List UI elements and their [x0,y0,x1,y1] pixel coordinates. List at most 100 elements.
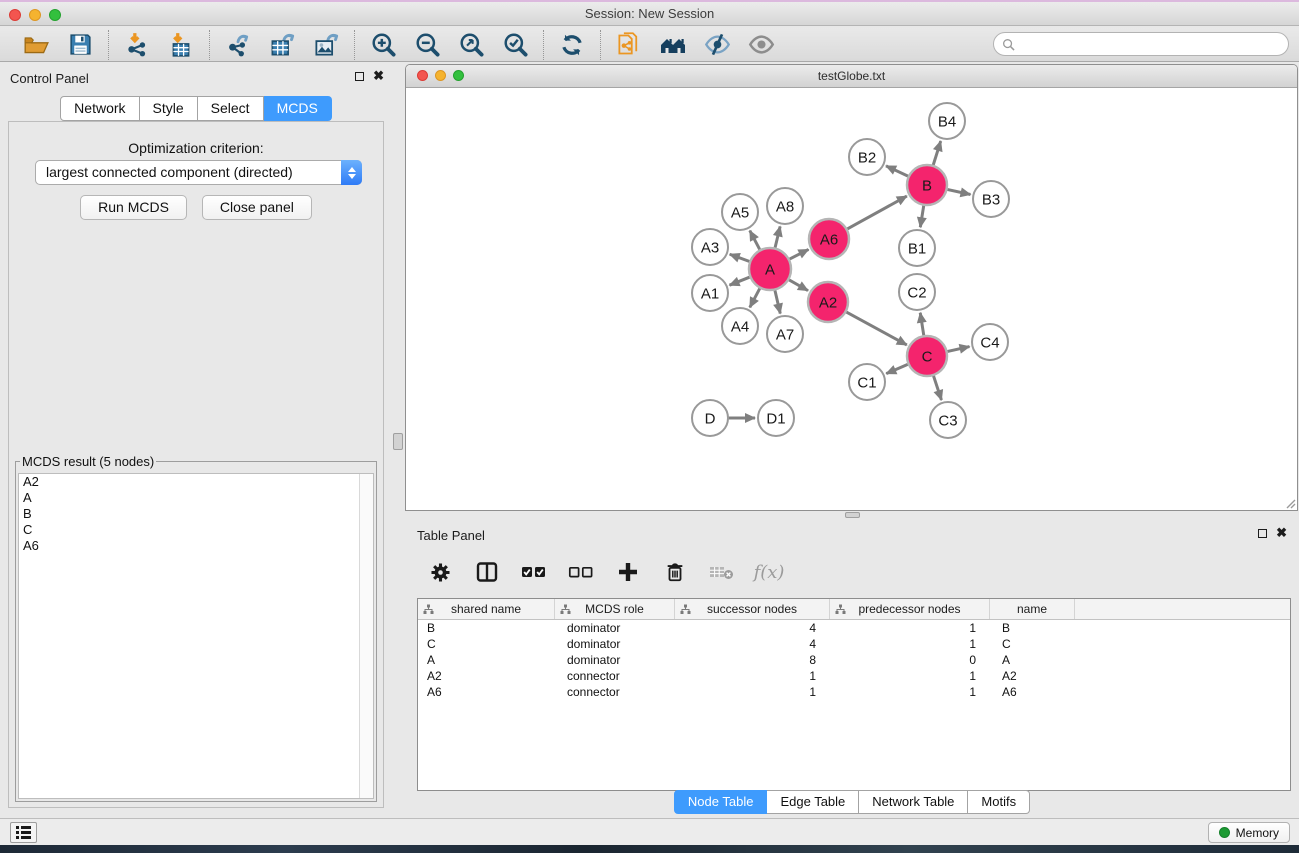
tab-network-table[interactable]: Network Table [859,790,968,814]
table-cell[interactable]: dominator [555,637,675,651]
mcds-result-item[interactable]: A2 [19,474,373,490]
export-table-button[interactable] [268,31,296,59]
tab-mcds[interactable]: MCDS [264,96,332,121]
network-graph[interactable]: B4B2BB3B1A5A8A6A3AA1C2A2A4A7C4CC1C3DD1 [406,88,1297,510]
table-cell[interactable]: connector [555,669,675,683]
network-minimize-button[interactable] [435,70,446,81]
table-cell[interactable]: C [418,637,555,651]
tab-edge-table[interactable]: Edge Table [767,790,859,814]
zoom-out-button[interactable] [413,31,441,59]
mcds-result-item[interactable]: A [19,490,373,506]
memory-button[interactable]: Memory [1208,822,1290,843]
mcds-result-list[interactable]: A2ABCA6 [18,473,374,799]
column-header-predecessor-nodes[interactable]: predecessor nodes [830,599,990,619]
table-cell[interactable]: 1 [830,621,990,635]
task-history-button[interactable] [10,822,37,843]
float-panel-icon[interactable] [1258,529,1267,538]
zoom-in-button[interactable] [369,31,397,59]
table-cell[interactable]: 1 [675,669,830,683]
criterion-dropdown[interactable]: largest connected component (directed) [35,160,362,185]
show-welcome-screen-button[interactable] [659,31,687,59]
zoom-window-button[interactable] [49,9,61,21]
close-panel-icon[interactable]: ✖ [1276,528,1287,538]
table-cell[interactable]: A2 [418,669,555,683]
apply-function-button[interactable]: f(x) [756,559,782,585]
table-settings-button[interactable] [427,559,453,585]
import-table-button[interactable] [167,31,195,59]
table-cell[interactable]: connector [555,685,675,699]
horizontal-split-divider[interactable] [405,511,1299,520]
table-cell[interactable]: 4 [675,637,830,651]
tab-select[interactable]: Select [198,96,264,121]
tab-motifs[interactable]: Motifs [968,790,1030,814]
table-cell[interactable]: A [990,653,1075,667]
table-row[interactable]: A6connector11A6 [418,684,1290,700]
network-canvas[interactable]: B4B2BB3B1A5A8A6A3AA1C2A2A4A7C4CC1C3DD1 [406,88,1297,510]
split-handle[interactable] [393,433,403,450]
table-row[interactable]: A2connector11A2 [418,668,1290,684]
run-mcds-button[interactable]: Run MCDS [80,195,187,220]
table-row[interactable]: Bdominator41B [418,620,1290,636]
close-panel-icon[interactable]: ✖ [373,71,384,81]
table-cell[interactable]: dominator [555,653,675,667]
tab-network[interactable]: Network [60,96,139,121]
table-row[interactable]: Cdominator41C [418,636,1290,652]
select-all-rows-button[interactable] [521,559,547,585]
graph-edge-A6-B[interactable] [843,196,907,231]
mcds-result-item[interactable]: A6 [19,538,373,554]
table-cell[interactable]: 4 [675,621,830,635]
table-cell[interactable]: 1 [675,685,830,699]
table-cell[interactable]: C [990,637,1075,651]
zoom-fit-button[interactable] [457,31,485,59]
table-cell[interactable]: A6 [418,685,555,699]
table-cell[interactable]: dominator [555,621,675,635]
close-window-button[interactable] [9,9,21,21]
create-column-button[interactable] [615,559,641,585]
hide-graphics-details-button[interactable] [703,31,731,59]
resize-grip-icon[interactable] [1284,497,1296,509]
graph-edge-A2-C[interactable] [842,310,907,345]
import-network-button[interactable] [123,31,151,59]
close-panel-button[interactable]: Close panel [202,195,312,220]
show-graphics-details-button[interactable] [747,31,775,59]
result-scrollbar[interactable] [359,474,373,798]
table-cell[interactable]: 1 [830,669,990,683]
delete-table-button[interactable] [709,559,735,585]
zoom-selected-button[interactable] [501,31,529,59]
network-zoom-button[interactable] [453,70,464,81]
mcds-result-item[interactable]: B [19,506,373,522]
column-header-shared-name[interactable]: shared name [418,599,555,619]
search-input[interactable] [1015,37,1288,51]
minimize-window-button[interactable] [29,9,41,21]
float-panel-icon[interactable] [355,72,364,81]
export-network-button[interactable] [224,31,252,59]
export-image-button[interactable] [312,31,340,59]
search-field[interactable] [993,32,1289,56]
column-header-successor-nodes[interactable]: successor nodes [675,599,830,619]
table-cell[interactable]: B [418,621,555,635]
save-session-button[interactable] [66,31,94,59]
table-row[interactable]: Adominator80A [418,652,1290,668]
deselect-all-rows-button[interactable] [568,559,594,585]
refresh-button[interactable] [558,31,586,59]
table-cell[interactable]: 0 [830,653,990,667]
tab-style[interactable]: Style [140,96,198,121]
new-network-from-file-button[interactable] [615,31,643,59]
vertical-split-divider[interactable] [392,63,405,818]
table-cell[interactable]: 1 [830,637,990,651]
table-cell[interactable]: 1 [830,685,990,699]
delete-columns-button[interactable] [662,559,688,585]
column-visibility-button[interactable] [474,559,500,585]
network-window-titlebar[interactable]: testGlobe.txt [406,65,1297,88]
split-handle[interactable] [845,512,860,518]
table-cell[interactable]: A2 [990,669,1075,683]
column-header-name[interactable]: name [990,599,1075,619]
open-session-button[interactable] [22,31,50,59]
mcds-result-item[interactable]: C [19,522,373,538]
table-cell[interactable]: 8 [675,653,830,667]
table-cell[interactable]: A6 [990,685,1075,699]
table-cell[interactable]: B [990,621,1075,635]
table-cell[interactable]: A [418,653,555,667]
column-header-MCDS-role[interactable]: MCDS role [555,599,675,619]
network-close-button[interactable] [417,70,428,81]
